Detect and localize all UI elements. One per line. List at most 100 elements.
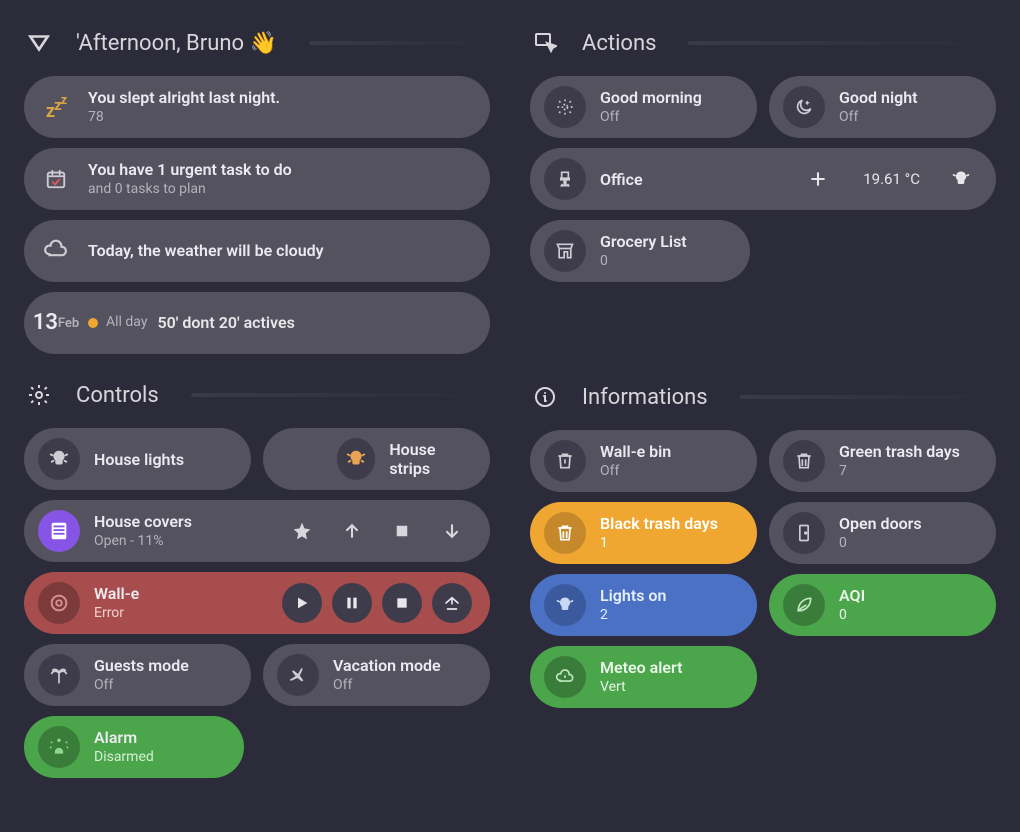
covers-label: House covers bbox=[94, 512, 192, 532]
good-morning-state: Off bbox=[600, 109, 702, 127]
walle-pause-button[interactable] bbox=[332, 583, 372, 623]
moon-icon bbox=[783, 86, 825, 128]
office-card[interactable]: Office 19.61 °C bbox=[530, 148, 996, 210]
walle-bin-card[interactable]: Wall-e bin Off bbox=[530, 430, 757, 492]
door-icon bbox=[783, 512, 825, 554]
lights-on-card[interactable]: Lights on 2 bbox=[530, 574, 757, 636]
open-doors-card[interactable]: Open doors 0 bbox=[769, 502, 996, 564]
cover-up-button[interactable] bbox=[332, 511, 372, 551]
walle-card[interactable]: Wall-e Error bbox=[24, 572, 490, 634]
green-trash-card[interactable]: Green trash days 7 bbox=[769, 430, 996, 492]
greeting-title: 'Afternoon, Bruno 👋 bbox=[76, 31, 277, 56]
walle-bin-value: Off bbox=[600, 463, 671, 481]
alarm-card[interactable]: Alarm Disarmed bbox=[24, 716, 244, 778]
grocery-list-card[interactable]: Grocery List 0 bbox=[530, 220, 750, 282]
guests-label: Guests mode bbox=[94, 656, 189, 676]
sunrise-icon bbox=[544, 86, 586, 128]
house-covers-card[interactable]: House covers Open - 11% bbox=[24, 500, 490, 562]
event-allday: All day bbox=[106, 314, 147, 332]
sleep-title: You slept alright last night. bbox=[88, 88, 280, 108]
meteo-alert-card[interactable]: Meteo alert Vert bbox=[530, 646, 757, 708]
weather-card[interactable]: Today, the weather will be cloudy bbox=[24, 220, 490, 282]
greeting-rule bbox=[309, 41, 490, 45]
window-shutter-icon bbox=[38, 510, 80, 552]
greeting-header: 'Afternoon, Bruno 👋 bbox=[24, 28, 490, 58]
robot-vacuum-icon bbox=[38, 582, 80, 624]
greeting-icon bbox=[24, 28, 54, 58]
good-night-state: Off bbox=[839, 109, 918, 127]
store-icon bbox=[544, 230, 586, 272]
vacation-state: Off bbox=[333, 677, 441, 695]
house-strips-label: House strips bbox=[389, 440, 472, 478]
trash-icon bbox=[544, 512, 586, 554]
controls-title: Controls bbox=[76, 383, 159, 408]
actions-header: Actions bbox=[530, 28, 996, 58]
alarm-state: Disarmed bbox=[94, 749, 154, 767]
good-night-button[interactable]: Good night Off bbox=[769, 76, 996, 138]
walle-label: Wall-e bbox=[94, 584, 139, 604]
date-card[interactable]: 13 Feb All day 50' dont 20' actives bbox=[24, 292, 490, 354]
informations-title: Informations bbox=[582, 385, 708, 410]
aqi-value: 0 bbox=[839, 607, 865, 625]
sleep-card[interactable]: zzz You slept alright last night. 78 bbox=[24, 76, 490, 138]
house-lights-label: House lights bbox=[94, 450, 184, 469]
tasks-title: You have 1 urgent task to do bbox=[88, 160, 292, 180]
vacation-label: Vacation mode bbox=[333, 656, 441, 676]
guests-mode-button[interactable]: Guests mode Off bbox=[24, 644, 251, 706]
aqi-label: AQI bbox=[839, 586, 865, 606]
walle-state: Error bbox=[94, 605, 139, 623]
walle-stop-button[interactable] bbox=[382, 583, 422, 623]
leaf-icon bbox=[783, 584, 825, 626]
open-doors-label: Open doors bbox=[839, 514, 922, 534]
green-trash-label: Green trash days bbox=[839, 442, 960, 462]
bulb-group-icon bbox=[337, 438, 375, 480]
airplane-icon bbox=[277, 654, 319, 696]
gesture-tap-icon bbox=[530, 28, 560, 58]
tasks-card[interactable]: You have 1 urgent task to do and 0 tasks… bbox=[24, 148, 490, 210]
black-trash-label: Black trash days bbox=[600, 514, 718, 534]
open-doors-value: 0 bbox=[839, 535, 922, 553]
office-plus-button[interactable] bbox=[801, 162, 835, 196]
sleep-icon: zzz bbox=[38, 86, 74, 128]
good-morning-label: Good morning bbox=[600, 88, 702, 108]
lights-on-value: 2 bbox=[600, 607, 666, 625]
cover-down-button[interactable] bbox=[432, 511, 472, 551]
palm-tree-icon bbox=[38, 654, 80, 696]
task-icon bbox=[38, 158, 74, 200]
meteo-label: Meteo alert bbox=[600, 658, 683, 678]
grocery-label: Grocery List bbox=[600, 232, 687, 252]
vacation-mode-button[interactable]: Vacation mode Off bbox=[263, 644, 490, 706]
informations-header: Informations bbox=[530, 382, 996, 412]
office-light-button[interactable] bbox=[944, 162, 978, 196]
house-strips-button[interactable]: House strips bbox=[263, 428, 490, 490]
good-night-label: Good night bbox=[839, 88, 918, 108]
walle-play-button[interactable] bbox=[282, 583, 322, 623]
weather-icon bbox=[38, 230, 74, 272]
guests-state: Off bbox=[94, 677, 189, 695]
bulb-icon bbox=[38, 438, 80, 480]
trash-alert-icon bbox=[544, 440, 586, 482]
walle-bin-label: Wall-e bin bbox=[600, 442, 671, 462]
covers-state: Open - 11% bbox=[94, 533, 192, 551]
date-icon: 13 Feb bbox=[38, 302, 74, 344]
office-temp: 19.61 °C bbox=[849, 170, 930, 188]
alarm-label: Alarm bbox=[94, 728, 154, 748]
alarm-icon bbox=[38, 726, 80, 768]
gear-icon bbox=[24, 380, 54, 410]
cover-stop-button[interactable] bbox=[382, 511, 422, 551]
event-title: 50' dont 20' actives bbox=[157, 313, 294, 333]
walle-home-button[interactable] bbox=[432, 583, 472, 623]
green-trash-value: 7 bbox=[839, 463, 960, 481]
bulb-group-icon bbox=[544, 584, 586, 626]
office-label: Office bbox=[600, 170, 643, 189]
black-trash-card[interactable]: Black trash days 1 bbox=[530, 502, 757, 564]
black-trash-value: 1 bbox=[600, 535, 718, 553]
cover-star-button[interactable] bbox=[282, 511, 322, 551]
house-lights-button[interactable]: House lights bbox=[24, 428, 251, 490]
lights-on-label: Lights on bbox=[600, 586, 666, 606]
good-morning-button[interactable]: Good morning Off bbox=[530, 76, 757, 138]
tasks-sub: and 0 tasks to plan bbox=[88, 181, 292, 199]
aqi-card[interactable]: AQI 0 bbox=[769, 574, 996, 636]
sleep-value: 78 bbox=[88, 109, 280, 127]
event-dot-icon bbox=[88, 318, 98, 328]
